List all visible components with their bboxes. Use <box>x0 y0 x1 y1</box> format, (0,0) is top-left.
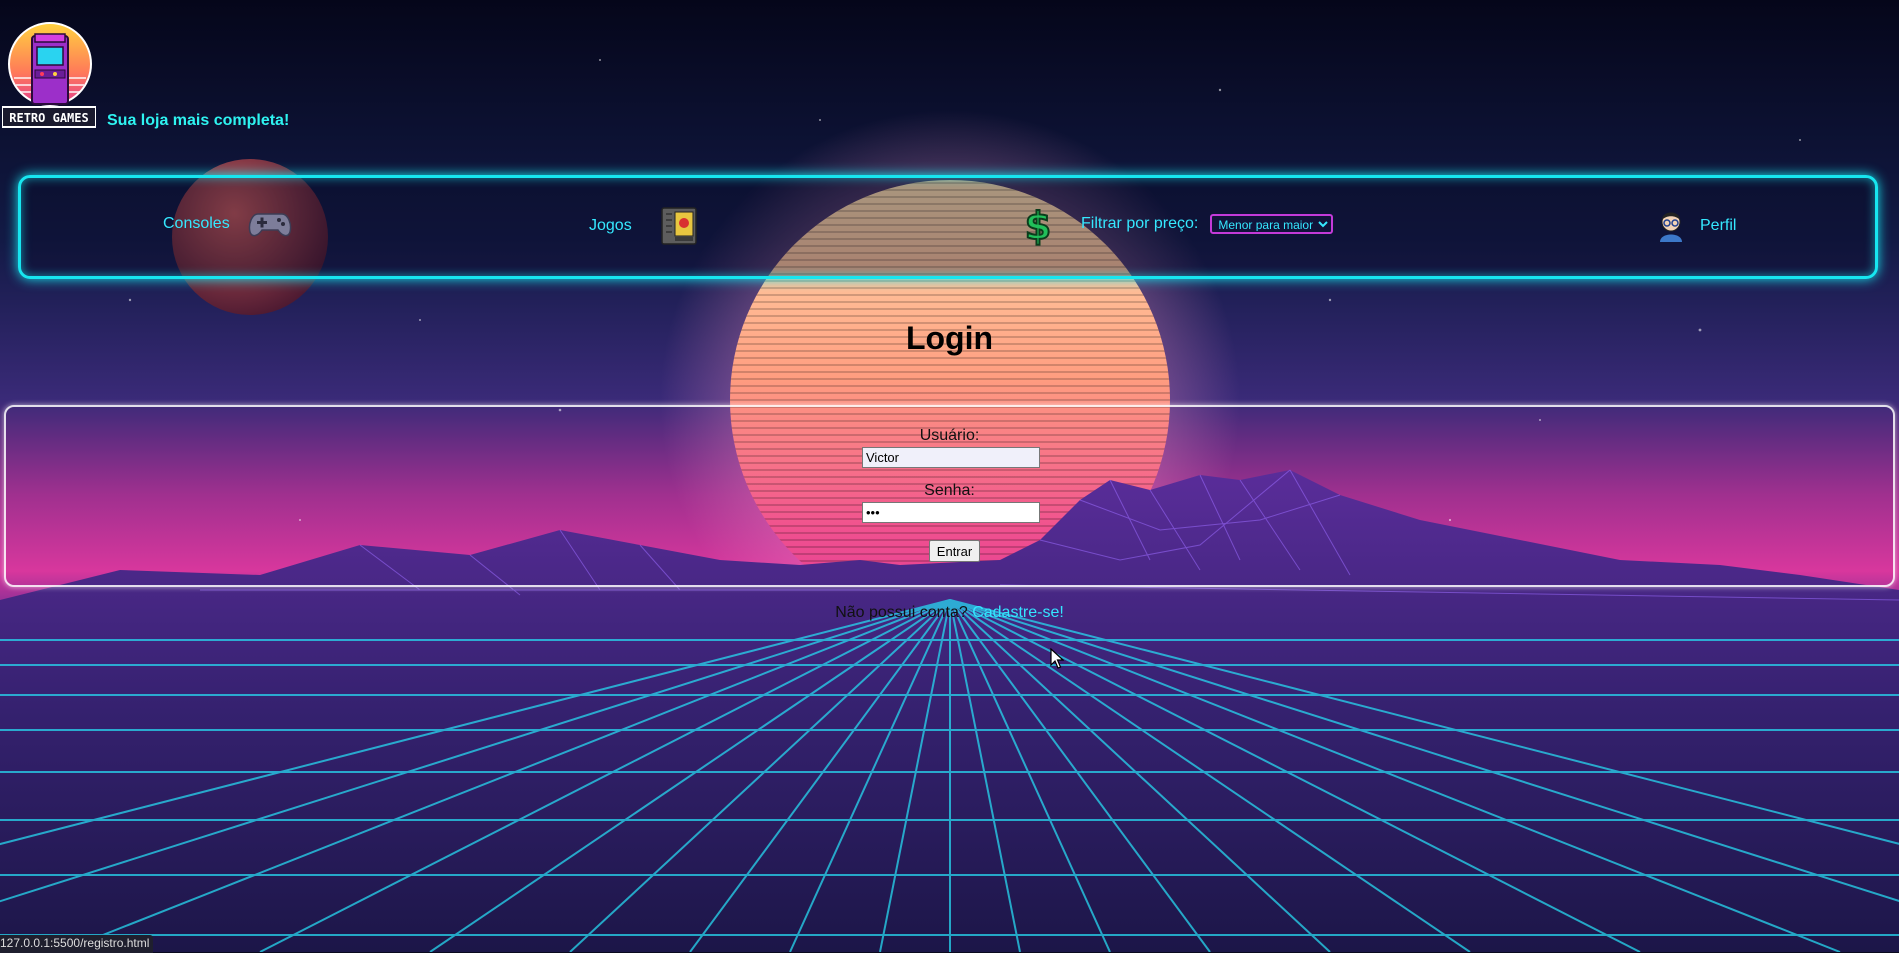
user-avatar-icon <box>1660 212 1682 242</box>
nav-jogos[interactable]: Jogos <box>589 206 698 246</box>
username-input[interactable] <box>862 447 1040 468</box>
game-cartridge-icon <box>660 207 697 245</box>
nav-perfil[interactable]: Perfil <box>1656 208 1736 244</box>
gamepad-icon <box>248 213 291 237</box>
login-form: Usuário: Senha: Entrar <box>4 405 1895 587</box>
submit-button[interactable]: Entrar <box>929 540 980 562</box>
logo-text: RETRO GAMES <box>9 111 88 125</box>
nav-consoles[interactable]: Consoles <box>163 210 292 238</box>
main-nav: Consoles Jogos $ Filtrar por preço: Meno… <box>18 175 1878 279</box>
status-bar-url: 127.0.0.1:5500/registro.html <box>0 935 154 953</box>
register-prompt: Não possui conta? Cadastre-se! <box>0 604 1899 622</box>
retro-games-logo[interactable]: RETRO GAMES <box>2 20 96 130</box>
nav-jogos-label[interactable]: Jogos <box>589 217 632 235</box>
price-filter-label: Filtrar por preço: <box>1081 215 1199 232</box>
dollar-sign-icon: $ <box>1024 203 1052 246</box>
nav-price-filter: $ Filtrar por preço: Menor para maior <box>1021 202 1334 246</box>
password-input[interactable] <box>862 502 1040 523</box>
page-title: Login <box>905 320 994 356</box>
nav-perfil-label[interactable]: Perfil <box>1700 217 1736 235</box>
price-filter-select[interactable]: Menor para maior <box>1210 214 1334 234</box>
username-label: Usuário: <box>919 427 980 444</box>
register-link[interactable]: Cadastre-se! <box>972 604 1064 621</box>
nav-consoles-label[interactable]: Consoles <box>163 215 230 233</box>
register-prompt-text: Não possui conta? <box>835 604 968 621</box>
svg-text:$: $ <box>1025 204 1051 246</box>
password-label: Senha: <box>924 482 975 499</box>
mouse-cursor-icon <box>1050 648 1064 669</box>
tagline: Sua loja mais completa! <box>107 112 290 129</box>
